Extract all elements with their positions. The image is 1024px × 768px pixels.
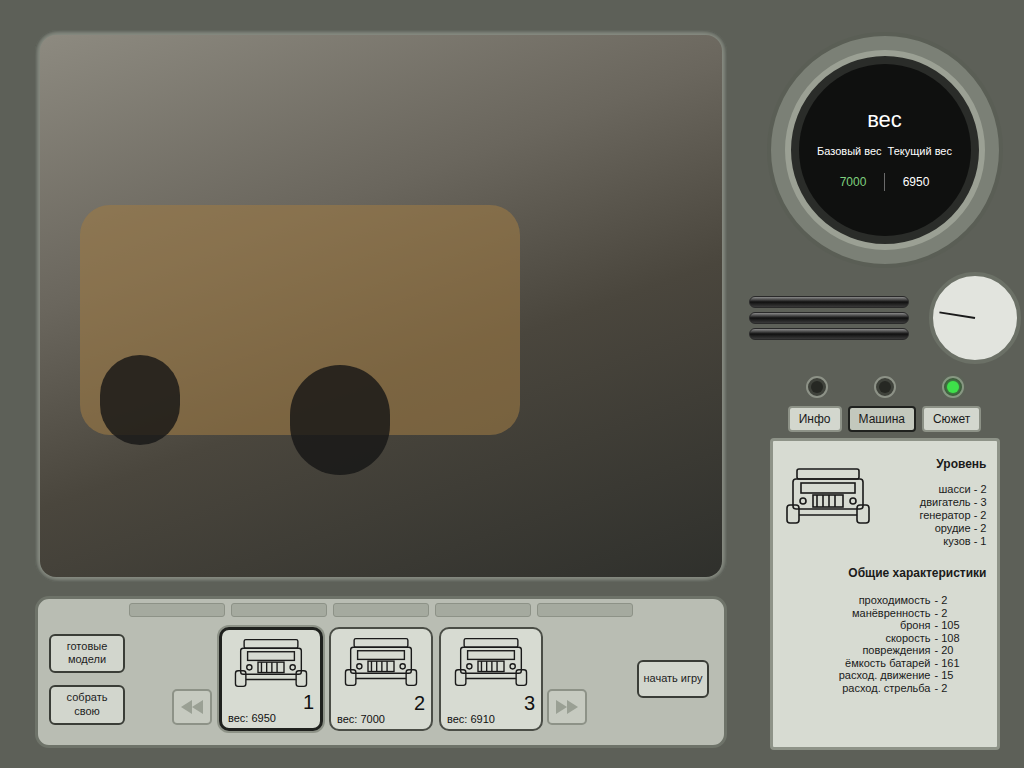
pipes-row [749, 272, 1021, 364]
next-button[interactable] [547, 689, 587, 725]
dial-gauge [929, 272, 1021, 364]
stat-value: - 2 [935, 594, 987, 607]
base-weight-value: 7000 [822, 173, 884, 191]
indicator-knob [806, 376, 828, 398]
stat-value: - 105 [935, 619, 987, 632]
model-list: 1 вес: 6950 2 вес: 7000 3 вес: 6910 [219, 627, 543, 731]
wheel-render [290, 365, 390, 475]
base-weight-label: Базовый вес [817, 143, 882, 160]
prev-arrow-icon [180, 699, 204, 715]
ready-models-button[interactable]: готовые модели [49, 634, 125, 674]
stat-value: - 161 [935, 657, 987, 670]
stat-label: повреждения [783, 644, 931, 657]
left-column: готовые модели собрать свою 1 вес: 6950 2 вес… [0, 0, 745, 768]
pipe [749, 312, 909, 324]
gauge-divider [884, 173, 885, 191]
slot [129, 603, 225, 617]
level-item: генератор - 2 [919, 509, 986, 522]
slot [537, 603, 633, 617]
level-item: кузов - 1 [943, 535, 986, 548]
level-title: Уровень [936, 455, 986, 473]
level-item: двигатель - 3 [920, 496, 987, 509]
model-card[interactable]: 3 вес: 6910 [439, 627, 543, 731]
gauge-face: весБазовый весТекущий вес70006950 [799, 64, 971, 236]
indicator-knob [942, 376, 964, 398]
model-weight: вес: 6910 [447, 711, 495, 728]
weight-gauge: весБазовый весТекущий вес70006950 [767, 32, 1003, 268]
current-weight-value: 6950 [885, 173, 947, 191]
stat-label: расход. стрельба [783, 682, 931, 695]
level-item: шасси - 2 [939, 483, 987, 496]
gauge-title: вес [867, 109, 902, 131]
model-panel: готовые модели собрать свою 1 вес: 6950 2 вес… [35, 596, 727, 748]
tab-bar: ИнфоМашинаСюжет [788, 406, 982, 432]
info-panel: Уровень шасси - 2двигатель - 3генератор -… [770, 438, 1000, 750]
model-weight: вес: 6950 [228, 710, 276, 727]
tab[interactable]: Инфо [788, 406, 842, 432]
stat-label: скорость [783, 632, 931, 645]
dial-needle [939, 311, 975, 319]
prev-button[interactable] [172, 689, 212, 725]
next-arrow-icon [555, 699, 579, 715]
indicator-light [947, 381, 959, 393]
wheel-render [100, 355, 180, 445]
tab[interactable]: Машина [848, 406, 916, 432]
stat-label: броня [783, 619, 931, 632]
stat-label: ёмкость батарей [783, 657, 931, 670]
level-list: Уровень шасси - 2двигатель - 3генератор -… [919, 455, 986, 548]
slot-strip [38, 599, 724, 617]
model-number: 3 [524, 693, 535, 713]
indicator-light [879, 381, 891, 393]
model-card[interactable]: 1 вес: 6950 [219, 627, 323, 731]
model-row: готовые модели собрать свою 1 вес: 6950 2 вес… [38, 617, 724, 731]
stat-label: расход. движение [783, 669, 931, 682]
level-section: Уровень шасси - 2двигатель - 3генератор -… [783, 455, 987, 548]
model-card[interactable]: 2 вес: 7000 [329, 627, 433, 731]
build-own-button[interactable]: собрать свою [49, 685, 125, 725]
indicator-knob [874, 376, 896, 398]
gauge-values: 70006950 [822, 173, 947, 191]
model-weight: вес: 7000 [337, 711, 385, 728]
stat-value: - 108 [935, 632, 987, 645]
garage-viewport [40, 35, 722, 577]
gauge-labels: Базовый вес Текущий вес [817, 143, 952, 160]
stat-label: проходимость [783, 594, 931, 607]
right-column: весБазовый весТекущий вес70006950ИнфоМаш… [745, 0, 1024, 768]
start-button[interactable]: начать игру [637, 660, 709, 698]
pipe [749, 296, 909, 308]
level-item: орудие - 2 [935, 522, 987, 535]
slot [435, 603, 531, 617]
pipe [749, 328, 909, 340]
slot [231, 603, 327, 617]
current-weight-label: Текущий вес [888, 143, 952, 160]
truck-icon [783, 465, 873, 548]
tab[interactable]: Сюжет [922, 406, 981, 432]
stat-value: - 2 [935, 607, 987, 620]
stats-title: Общие характеристики [783, 564, 987, 582]
stat-value: - 15 [935, 669, 987, 682]
stat-value: - 2 [935, 682, 987, 695]
model-number: 1 [303, 692, 314, 712]
stat-label: манёвренность [783, 607, 931, 620]
gauge-ring: весБазовый весТекущий вес70006950 [785, 50, 985, 250]
model-number: 2 [414, 693, 425, 713]
stats-list: проходимость - 2 манёвренность - 2 броня - 10… [783, 594, 987, 694]
viewport-frame [35, 30, 727, 582]
mode-buttons: готовые модели собрать свою [49, 634, 125, 725]
knob-row [806, 376, 964, 398]
pipes [749, 296, 909, 340]
stat-value: - 20 [935, 644, 987, 657]
slot [333, 603, 429, 617]
indicator-light [811, 381, 823, 393]
